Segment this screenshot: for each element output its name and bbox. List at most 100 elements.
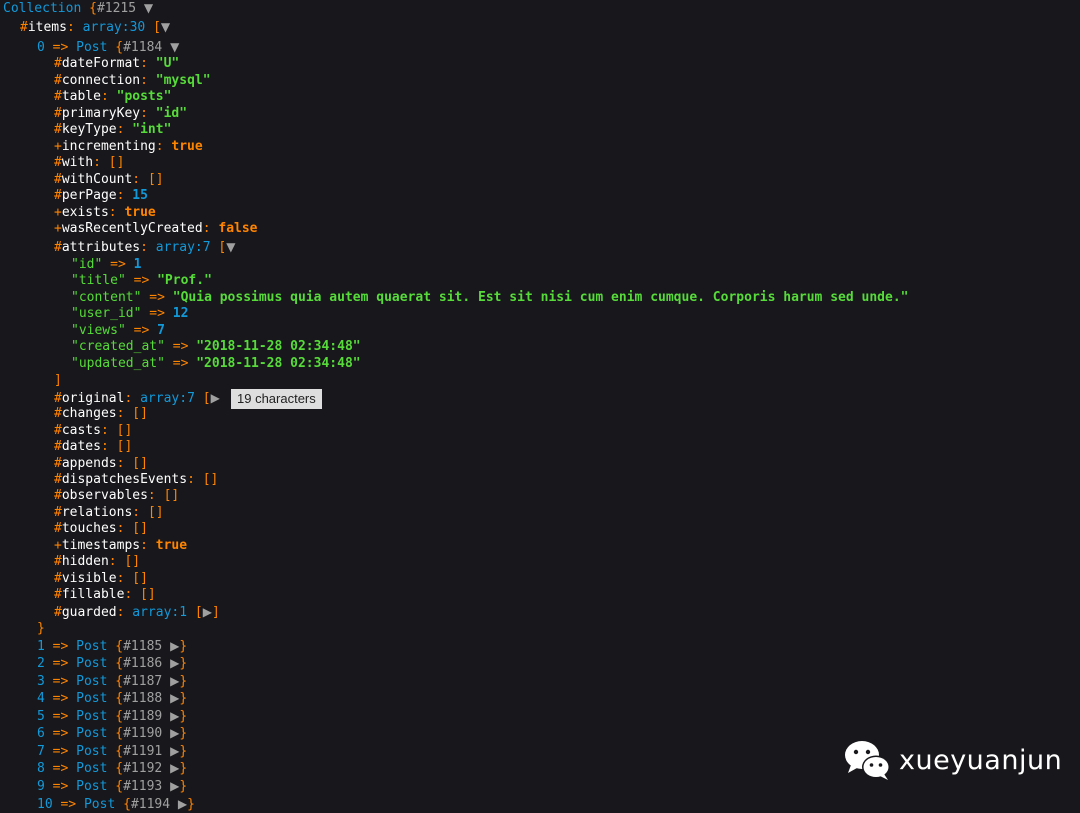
- collapsed-post: 5 => Post {#1189 ▶}: [37, 708, 187, 724]
- expand-toggle-icon[interactable]: ▶: [178, 796, 187, 812]
- property-name: withCount: [61, 172, 133, 187]
- expand-toggle-icon[interactable]: ▶: [170, 690, 179, 706]
- class-name: Post: [76, 726, 108, 741]
- expand-toggle-icon[interactable]: ▶: [170, 655, 179, 671]
- expand-toggle-icon[interactable]: ▶: [170, 725, 179, 741]
- expand-toggle-icon[interactable]: ▶: [170, 708, 179, 724]
- modifier: #: [54, 240, 62, 255]
- modifier: #: [54, 571, 62, 586]
- modifier: #: [54, 423, 62, 438]
- string-value: "Prof.": [157, 273, 212, 288]
- collapse-toggle-icon[interactable]: ▼: [170, 39, 179, 55]
- brace: {: [115, 744, 124, 759]
- property-name: touches: [61, 521, 117, 536]
- index: 10: [37, 797, 53, 812]
- brace: {: [115, 726, 124, 741]
- property-name: casts: [61, 423, 101, 438]
- string-value: "id": [155, 106, 188, 121]
- collapse-toggle-icon[interactable]: ▼: [144, 0, 153, 16]
- expand-toggle-icon[interactable]: ▶: [170, 778, 179, 794]
- property-name: with: [61, 155, 94, 170]
- property-name: timestamps: [61, 538, 141, 553]
- class-name: Post: [76, 691, 108, 706]
- number-value: 1: [133, 257, 142, 272]
- brace: }: [179, 674, 188, 689]
- object-id: #1188: [123, 691, 163, 706]
- bracket: [: [210, 240, 227, 255]
- string-value: "int": [132, 122, 172, 137]
- arrow: =>: [44, 639, 77, 654]
- property-observables: #observables: []: [54, 488, 179, 504]
- collapsed-post: 3 => Post {#1187 ▶}: [37, 673, 187, 689]
- collapsed-post: 8 => Post {#1192 ▶}: [37, 760, 187, 776]
- arrow: =>: [44, 726, 77, 741]
- bracket: ]: [211, 605, 220, 620]
- arrow: =>: [164, 339, 197, 354]
- property-relations: #relations: []: [54, 505, 164, 521]
- arrow: =>: [164, 356, 197, 371]
- arrow: =>: [44, 691, 77, 706]
- property-name: dates: [61, 439, 101, 454]
- collapse-toggle-icon[interactable]: ▼: [226, 239, 235, 255]
- attribute-key: "title": [71, 273, 126, 288]
- property-incrementing: +incrementing: true: [54, 139, 203, 155]
- property-name: keyType: [61, 122, 117, 137]
- original-line: #original: array:7 [▶: [54, 390, 220, 406]
- arrow: =>: [102, 257, 134, 272]
- brace: }: [187, 797, 195, 812]
- object-id: #1192: [123, 761, 163, 776]
- sep: :: [124, 391, 141, 406]
- empty-array: []: [132, 521, 148, 536]
- object-id: #1184: [123, 40, 163, 55]
- attribute-entry: "created_at" => "2018-11-28 02:34:48": [71, 339, 361, 355]
- post-0-header: 0 => Post {#1184 ▼: [37, 39, 179, 55]
- sep: :: [140, 106, 156, 121]
- expand-toggle-icon[interactable]: ▶: [170, 743, 179, 759]
- empty-array: []: [116, 423, 133, 438]
- property-casts: #casts: []: [54, 423, 132, 439]
- sep: :: [140, 73, 156, 88]
- collapsed-post: 6 => Post {#1190 ▶}: [37, 725, 187, 741]
- bracket: [: [194, 391, 211, 406]
- expand-toggle-icon[interactable]: ▶: [170, 638, 179, 654]
- sep: :: [116, 188, 133, 203]
- property-name: dateFormat: [61, 56, 141, 71]
- brace: {: [115, 709, 124, 724]
- attribute-key: "content": [71, 290, 142, 305]
- property-name: hidden: [61, 554, 109, 569]
- expand-toggle-icon[interactable]: ▶: [170, 760, 179, 776]
- tooltip: 19 characters: [231, 389, 322, 409]
- expand-toggle-icon[interactable]: ▶: [211, 390, 220, 406]
- brace: }: [179, 691, 188, 706]
- sep: :: [116, 406, 133, 421]
- attribute-key: "id": [71, 257, 103, 272]
- modifier: #: [54, 456, 62, 471]
- collapsed-post: 10 => Post {#1194 ▶}: [37, 796, 195, 812]
- arrow: =>: [52, 797, 84, 812]
- attribute-key: "updated_at": [71, 356, 165, 371]
- modifier: +: [54, 139, 62, 154]
- property-name: observables: [61, 488, 148, 503]
- sep: :: [140, 56, 156, 71]
- arrow: =>: [44, 674, 77, 689]
- arrow: =>: [125, 323, 158, 338]
- arrow: =>: [44, 656, 77, 671]
- brace: }: [179, 761, 188, 776]
- brace: {: [115, 656, 124, 671]
- index: 5: [37, 709, 45, 724]
- number-value: 15: [132, 188, 148, 203]
- sep: :: [187, 472, 203, 487]
- property-exists: +exists: true: [54, 205, 156, 221]
- attribute-entry: "id" => 1: [71, 257, 141, 273]
- property-name: relations: [61, 505, 133, 520]
- expand-toggle-icon[interactable]: ▶: [203, 604, 212, 620]
- property-connection: #connection: "mysql": [54, 73, 211, 89]
- sep: :: [140, 538, 156, 553]
- collapse-toggle-icon[interactable]: ▼: [161, 19, 170, 35]
- expand-toggle-icon[interactable]: ▶: [170, 673, 179, 689]
- arrow: =>: [44, 761, 77, 776]
- brace: {: [115, 674, 124, 689]
